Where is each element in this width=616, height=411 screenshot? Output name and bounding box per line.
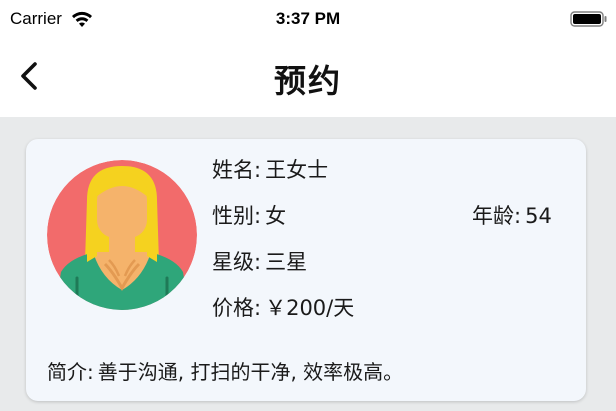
page-title: 预约 <box>273 62 342 100</box>
star-row: 星级: 三星 <box>212 249 307 275</box>
price-label: 价格: <box>212 296 262 320</box>
star-label: 星级: <box>212 250 262 274</box>
age-value: 54 <box>525 204 552 228</box>
status-time: 3:37 PM <box>275 9 341 28</box>
intro-label: 简介: <box>47 360 94 384</box>
name-value: 王女士 <box>265 158 329 182</box>
intro-value: 善于沟通, 打扫的干净, 效率极高。 <box>97 360 404 384</box>
age-label: 年龄: <box>472 204 522 228</box>
price-value: ￥200/天 <box>265 296 355 320</box>
age-row: 年龄: 54 <box>472 203 552 229</box>
price-row: 价格: ￥200/天 <box>212 295 354 321</box>
intro-row: 简介: 善于沟通, 打扫的干净, 效率极高。 <box>47 359 403 385</box>
gender-label: 性别: <box>212 204 262 228</box>
battery-icon <box>570 11 607 27</box>
name-label: 姓名: <box>212 158 262 182</box>
screen: Carrier 3:37 PM 预约 姓名: 王女士 性别: 女 年龄: 54 … <box>0 0 616 411</box>
star-value: 三星 <box>265 250 308 274</box>
nav-bar: 预约 <box>0 38 616 117</box>
avatar <box>47 160 197 310</box>
gender-row: 性别: 女 <box>212 203 286 229</box>
caregiver-card[interactable]: 姓名: 王女士 性别: 女 年龄: 54 星级: 三星 价格: ￥200/天 简介: 善于沟… <box>26 139 586 401</box>
name-row: 姓名: 王女士 <box>212 157 328 183</box>
gender-value: 女 <box>265 204 287 228</box>
status-bar: Carrier 3:37 PM <box>0 0 616 38</box>
